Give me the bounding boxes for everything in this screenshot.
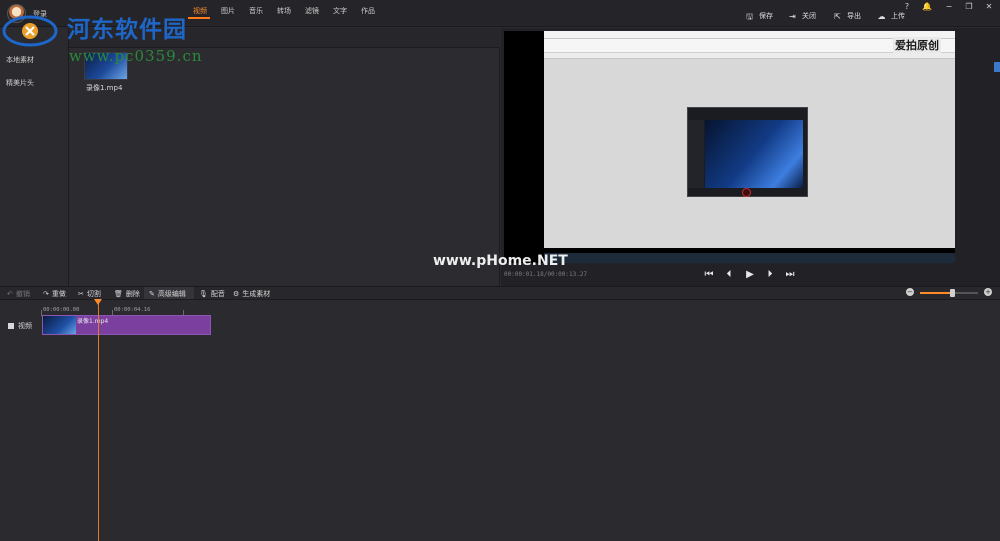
skip-to-end-icon[interactable]: ⏭	[784, 269, 796, 281]
next-frame-icon[interactable]: ⏵	[764, 269, 776, 281]
active-tab-indicator	[188, 17, 210, 19]
ruler-label: 00:00:00.00	[43, 307, 80, 313]
tab-video[interactable]: 视频	[193, 6, 207, 16]
undo-icon: ↶	[7, 290, 13, 298]
tab-music[interactable]: 音乐	[249, 6, 263, 16]
clip-thumbnail	[43, 316, 76, 334]
zoom-out-icon[interactable]: −	[906, 288, 914, 296]
minimize-icon[interactable]: −	[944, 2, 954, 11]
notification-icon[interactable]: 🔔	[922, 2, 932, 11]
redo-button[interactable]: ↷ 重做	[43, 289, 66, 299]
zoom-slider-fill	[920, 292, 952, 294]
scissors-icon: ✂	[78, 290, 84, 298]
zoom-in-icon[interactable]: +	[984, 288, 992, 296]
ruler-label: 00:00:04.16	[114, 307, 151, 313]
media-item-label: 录像1.mp4	[86, 84, 123, 92]
nav-item-local-media[interactable]: 本地素材	[6, 55, 34, 65]
close-window-icon[interactable]: ✕	[984, 2, 994, 11]
tab-works[interactable]: 作品	[361, 6, 375, 16]
playhead-handle[interactable]	[94, 299, 102, 305]
save-icon: 🖫	[746, 11, 753, 21]
generate-icon: ⚙	[233, 290, 240, 298]
generate-asset-button[interactable]: ⚙ 生成素材	[233, 289, 270, 299]
watermark-logo	[2, 15, 58, 47]
captured-taskbar	[544, 253, 955, 263]
export-icon: ⇱	[834, 11, 841, 21]
timeline	[0, 301, 1000, 541]
help-icon[interactable]: ?	[902, 2, 912, 11]
save-button[interactable]: 🖫 保存	[745, 10, 773, 22]
nav-item-intros[interactable]: 精美片头	[6, 78, 34, 88]
tab-images[interactable]: 图片	[221, 6, 235, 16]
video-track-icon	[8, 323, 14, 329]
redo-icon: ↷	[43, 290, 49, 298]
watermark-url: www.pc0359.cn	[69, 47, 203, 65]
preview-watermark: www.pHome.NET	[433, 253, 568, 269]
prev-frame-icon[interactable]: ⏴	[723, 269, 735, 281]
microphone-icon: 🎙	[199, 290, 208, 298]
media-panel	[69, 48, 500, 286]
play-icon[interactable]: ▶	[744, 269, 756, 281]
skip-to-start-icon[interactable]: ⏮	[703, 269, 715, 281]
watermark-title: 河东软件园	[67, 16, 187, 43]
record-icon	[742, 188, 751, 197]
clip-name: 录像1.mp4	[77, 318, 109, 325]
captured-brand-logo: 爱拍原创	[893, 37, 941, 53]
captured-desktop-image	[705, 120, 803, 188]
side-handle[interactable]	[994, 62, 1000, 72]
undo-button[interactable]: ↶ 撤销	[7, 289, 30, 299]
voiceover-button[interactable]: 🎙 配音	[199, 289, 225, 299]
advanced-edit-button[interactable]: ✎ 高级编辑	[149, 289, 186, 299]
trash-icon: 🗑	[114, 290, 123, 298]
zoom-slider-handle[interactable]	[950, 289, 955, 297]
close-project-icon: ⇥	[789, 11, 796, 21]
tab-filters[interactable]: 滤镜	[305, 6, 319, 16]
captured-tabstrip	[544, 53, 955, 59]
tab-text[interactable]: 文字	[333, 6, 347, 16]
pencil-icon: ✎	[149, 290, 155, 298]
left-nav	[0, 28, 69, 286]
playhead[interactable]	[98, 301, 99, 541]
captured-recorder-sidebar	[688, 120, 704, 188]
tab-transitions[interactable]: 转场	[277, 6, 291, 16]
upload-button[interactable]: ☁ 上传	[877, 10, 906, 22]
maximize-icon[interactable]: ❐	[964, 2, 974, 11]
video-track-label: 视频	[8, 321, 32, 331]
close-project-button[interactable]: ⇥ 关闭	[788, 10, 816, 22]
preview-timecode: 00:00:01.18/00:00:13.27	[504, 271, 588, 278]
upload-icon: ☁	[877, 11, 886, 21]
cut-button[interactable]: ✂ 切割	[78, 289, 101, 299]
export-button[interactable]: ⇱ 导出	[833, 10, 861, 22]
delete-button[interactable]: 🗑 删除	[114, 289, 140, 299]
